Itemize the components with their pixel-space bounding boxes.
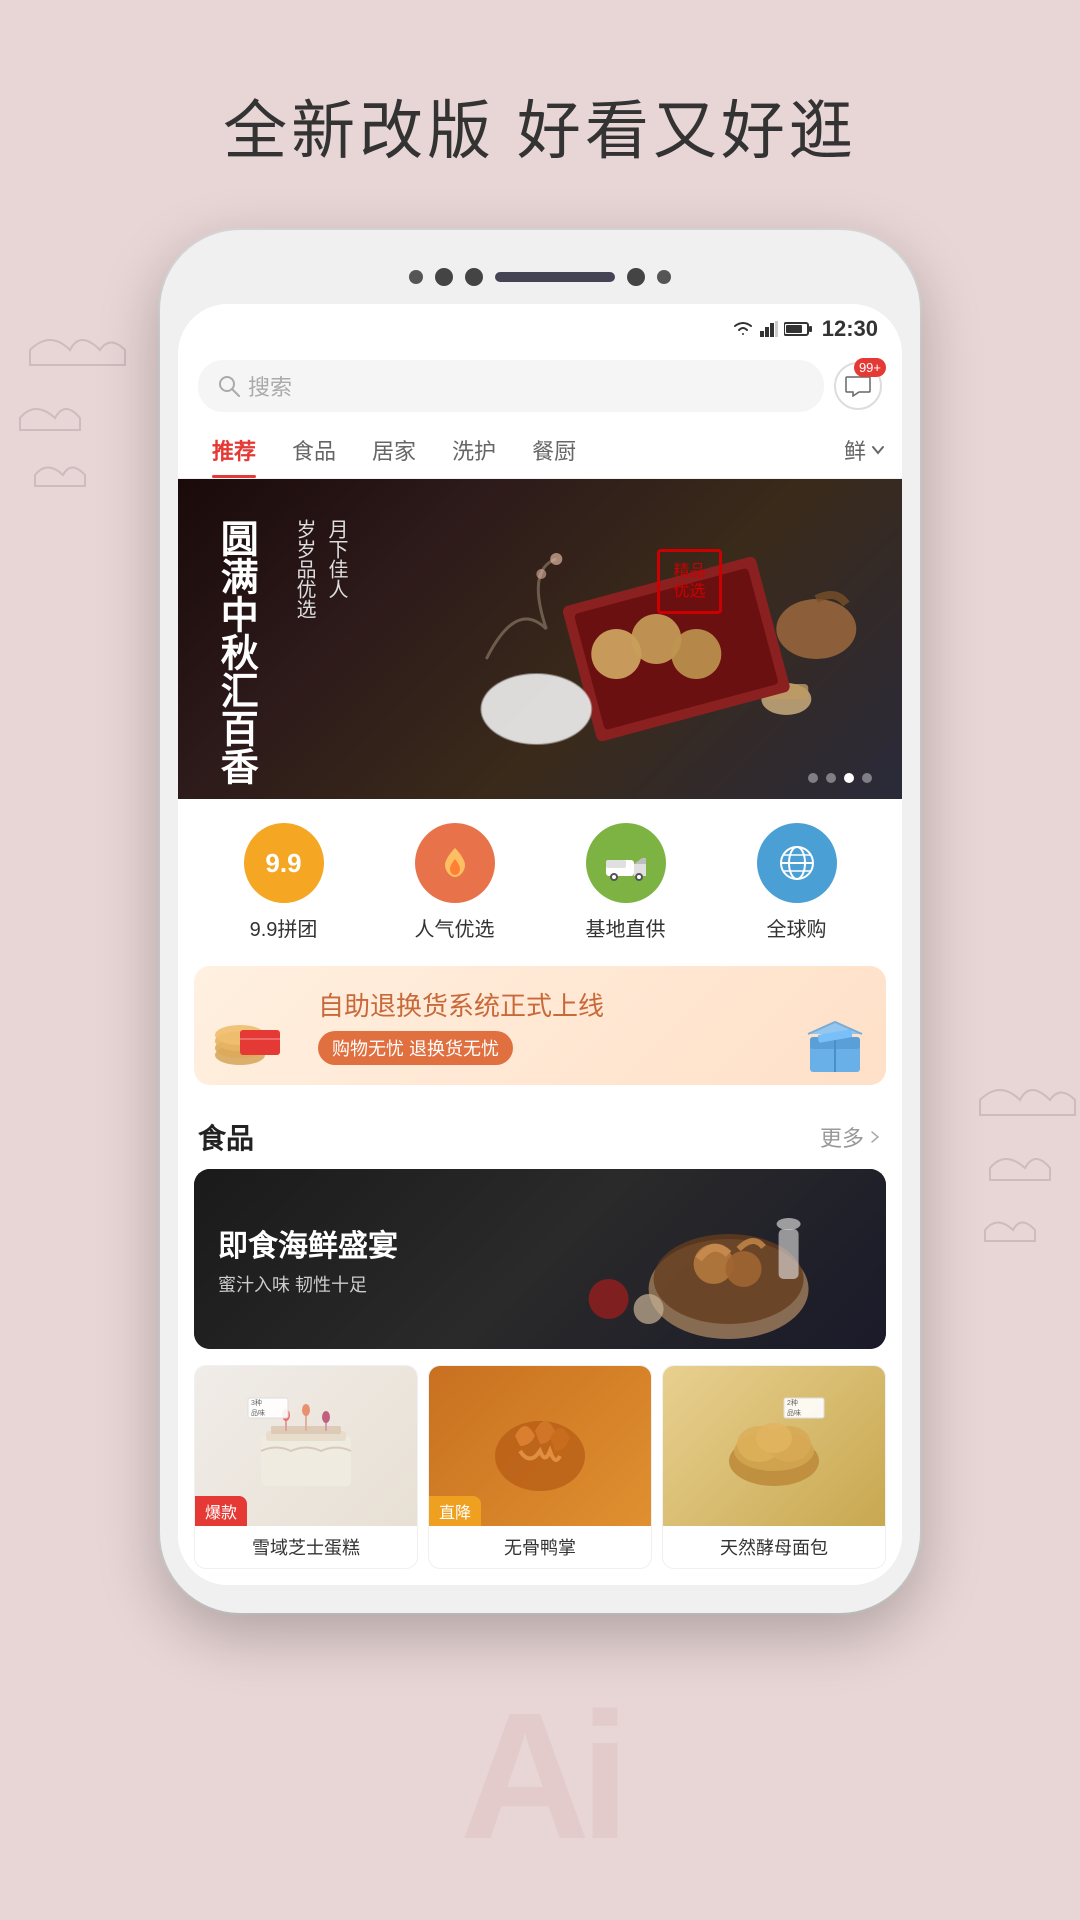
promo-subtitle: 购物无忧 退换货无忧 [318,1031,513,1065]
feature-pintuan[interactable]: 9.9 9.9拼团 [244,823,324,942]
search-placeholder: 搜索 [248,370,292,402]
direct-icon [586,823,666,903]
promo-banner[interactable]: 自助退换货系统正式上线 购物无忧 退换货无忧 [194,966,886,1085]
sensor1 [465,268,483,286]
ai-watermark: Ai [460,1673,620,1880]
product-img-2: 直降 [429,1366,651,1526]
food-section-more[interactable]: 更多 [820,1121,882,1153]
banner-sub-text: 月下佳人 岁岁品优选 [288,519,352,619]
svg-text:品味: 品味 [251,1408,265,1417]
product-name-2: 无骨鸭掌 [429,1526,651,1568]
search-bar[interactable]: 搜索 [198,360,824,412]
promo-title: 自助退换货系统正式上线 [318,986,604,1023]
feature-popular[interactable]: 人气优选 [415,823,495,942]
tab-more[interactable]: 鲜 [844,434,886,466]
svg-text:品味: 品味 [787,1408,801,1417]
food-section-header: 食品 更多 [178,1101,902,1169]
food-banner-text: 即食海鲜盛宴 蜜汁入味 韧性十足 [218,1221,398,1297]
product-badge-2: 直降 [429,1496,481,1526]
product-card-3[interactable]: 2种 品味 天然酵母面包 [662,1365,886,1569]
page-title: 全新改版 好看又好逛 [0,80,1080,172]
seafood-illustration [471,1169,886,1349]
product-name-1: 雪域芝士蛋糕 [195,1526,417,1568]
message-badge-container[interactable]: 99+ [834,362,882,410]
front-camera [409,270,423,284]
product-card-2[interactable]: 直降 无骨鸭掌 [428,1365,652,1569]
pintuan-icon: 9.9 [244,823,324,903]
phone-frame: 12:30 搜索 99 [160,230,920,1613]
banner-dot-1 [808,773,818,783]
product-name-3: 天然酵母面包 [663,1526,885,1568]
tab-care[interactable]: 洗护 [434,422,514,478]
status-time: 12:30 [822,316,878,342]
promo-coins [210,1010,290,1075]
status-icons: 12:30 [732,316,878,342]
seal-stamp: 精品优选 [657,549,722,614]
food-section: 食品 更多 [178,1101,902,1585]
phone-screen: 12:30 搜索 99 [178,304,902,1585]
banner-text: 圆满中秋汇百香 [208,519,261,785]
search-bar-container: 搜索 99+ [178,350,902,422]
promo-box [800,1012,870,1077]
product-img-3: 2种 品味 [663,1366,885,1526]
product-card-1[interactable]: 3种 品味 爆款 雪域芝士蛋糕 [194,1365,418,1569]
banner-dot-4 [862,773,872,783]
product-grid: 3种 品味 爆款 雪域芝士蛋糕 [178,1349,902,1585]
notification-badge: 99+ [854,358,886,377]
tab-food[interactable]: 食品 [274,422,354,478]
banner-dots [808,773,872,783]
earpiece [495,272,615,282]
sensor3 [657,270,671,284]
banner-dot-3 [844,773,854,783]
pintuan-label: 9.9拼团 [250,913,318,942]
product-badge-1: 爆款 [195,1496,247,1526]
feature-icons-row: 9.9 9.9拼团 人气优选 [178,799,902,966]
category-tabs: 推荐 食品 居家 洗护 餐厨 鲜 [178,422,902,479]
global-label: 全球购 [767,913,827,942]
sensor2 [627,268,645,286]
chevron-down-icon [870,442,886,458]
svg-text:3种: 3种 [251,1398,262,1407]
speaker [435,268,453,286]
chevron-right-icon [868,1130,882,1144]
product-img-1: 3种 品味 爆款 [195,1366,417,1526]
wifi-icon [732,320,754,338]
popular-icon [415,823,495,903]
popular-label: 人气优选 [415,913,495,942]
banner-dot-2 [826,773,836,783]
signal-icon [760,321,778,337]
search-icon [218,375,240,397]
food-hero-banner[interactable]: 即食海鲜盛宴 蜜汁入味 韧性十足 [194,1169,886,1349]
food-banner-sub: 蜜汁入味 韧性十足 [218,1271,398,1297]
tab-recommend[interactable]: 推荐 [194,422,274,478]
global-icon [757,823,837,903]
promo-text: 自助退换货系统正式上线 购物无忧 退换货无忧 [318,986,604,1065]
svg-text:2种: 2种 [787,1398,798,1407]
feature-direct[interactable]: 基地直供 [586,823,666,942]
battery-icon [784,322,812,336]
status-bar: 12:30 [178,304,902,350]
phone-notch [178,258,902,304]
food-banner-title: 即食海鲜盛宴 [218,1221,398,1265]
food-section-title: 食品 [198,1117,254,1157]
banner-illustration [431,479,902,799]
tab-kitchen[interactable]: 餐厨 [514,422,594,478]
banner-main-text: 圆满中秋汇百香 [208,519,261,785]
feature-global[interactable]: 全球购 [757,823,837,942]
tab-home[interactable]: 居家 [354,422,434,478]
main-banner[interactable]: 圆满中秋汇百香 月下佳人 岁岁品优选 精品优选 [178,479,902,799]
direct-label: 基地直供 [586,913,666,942]
